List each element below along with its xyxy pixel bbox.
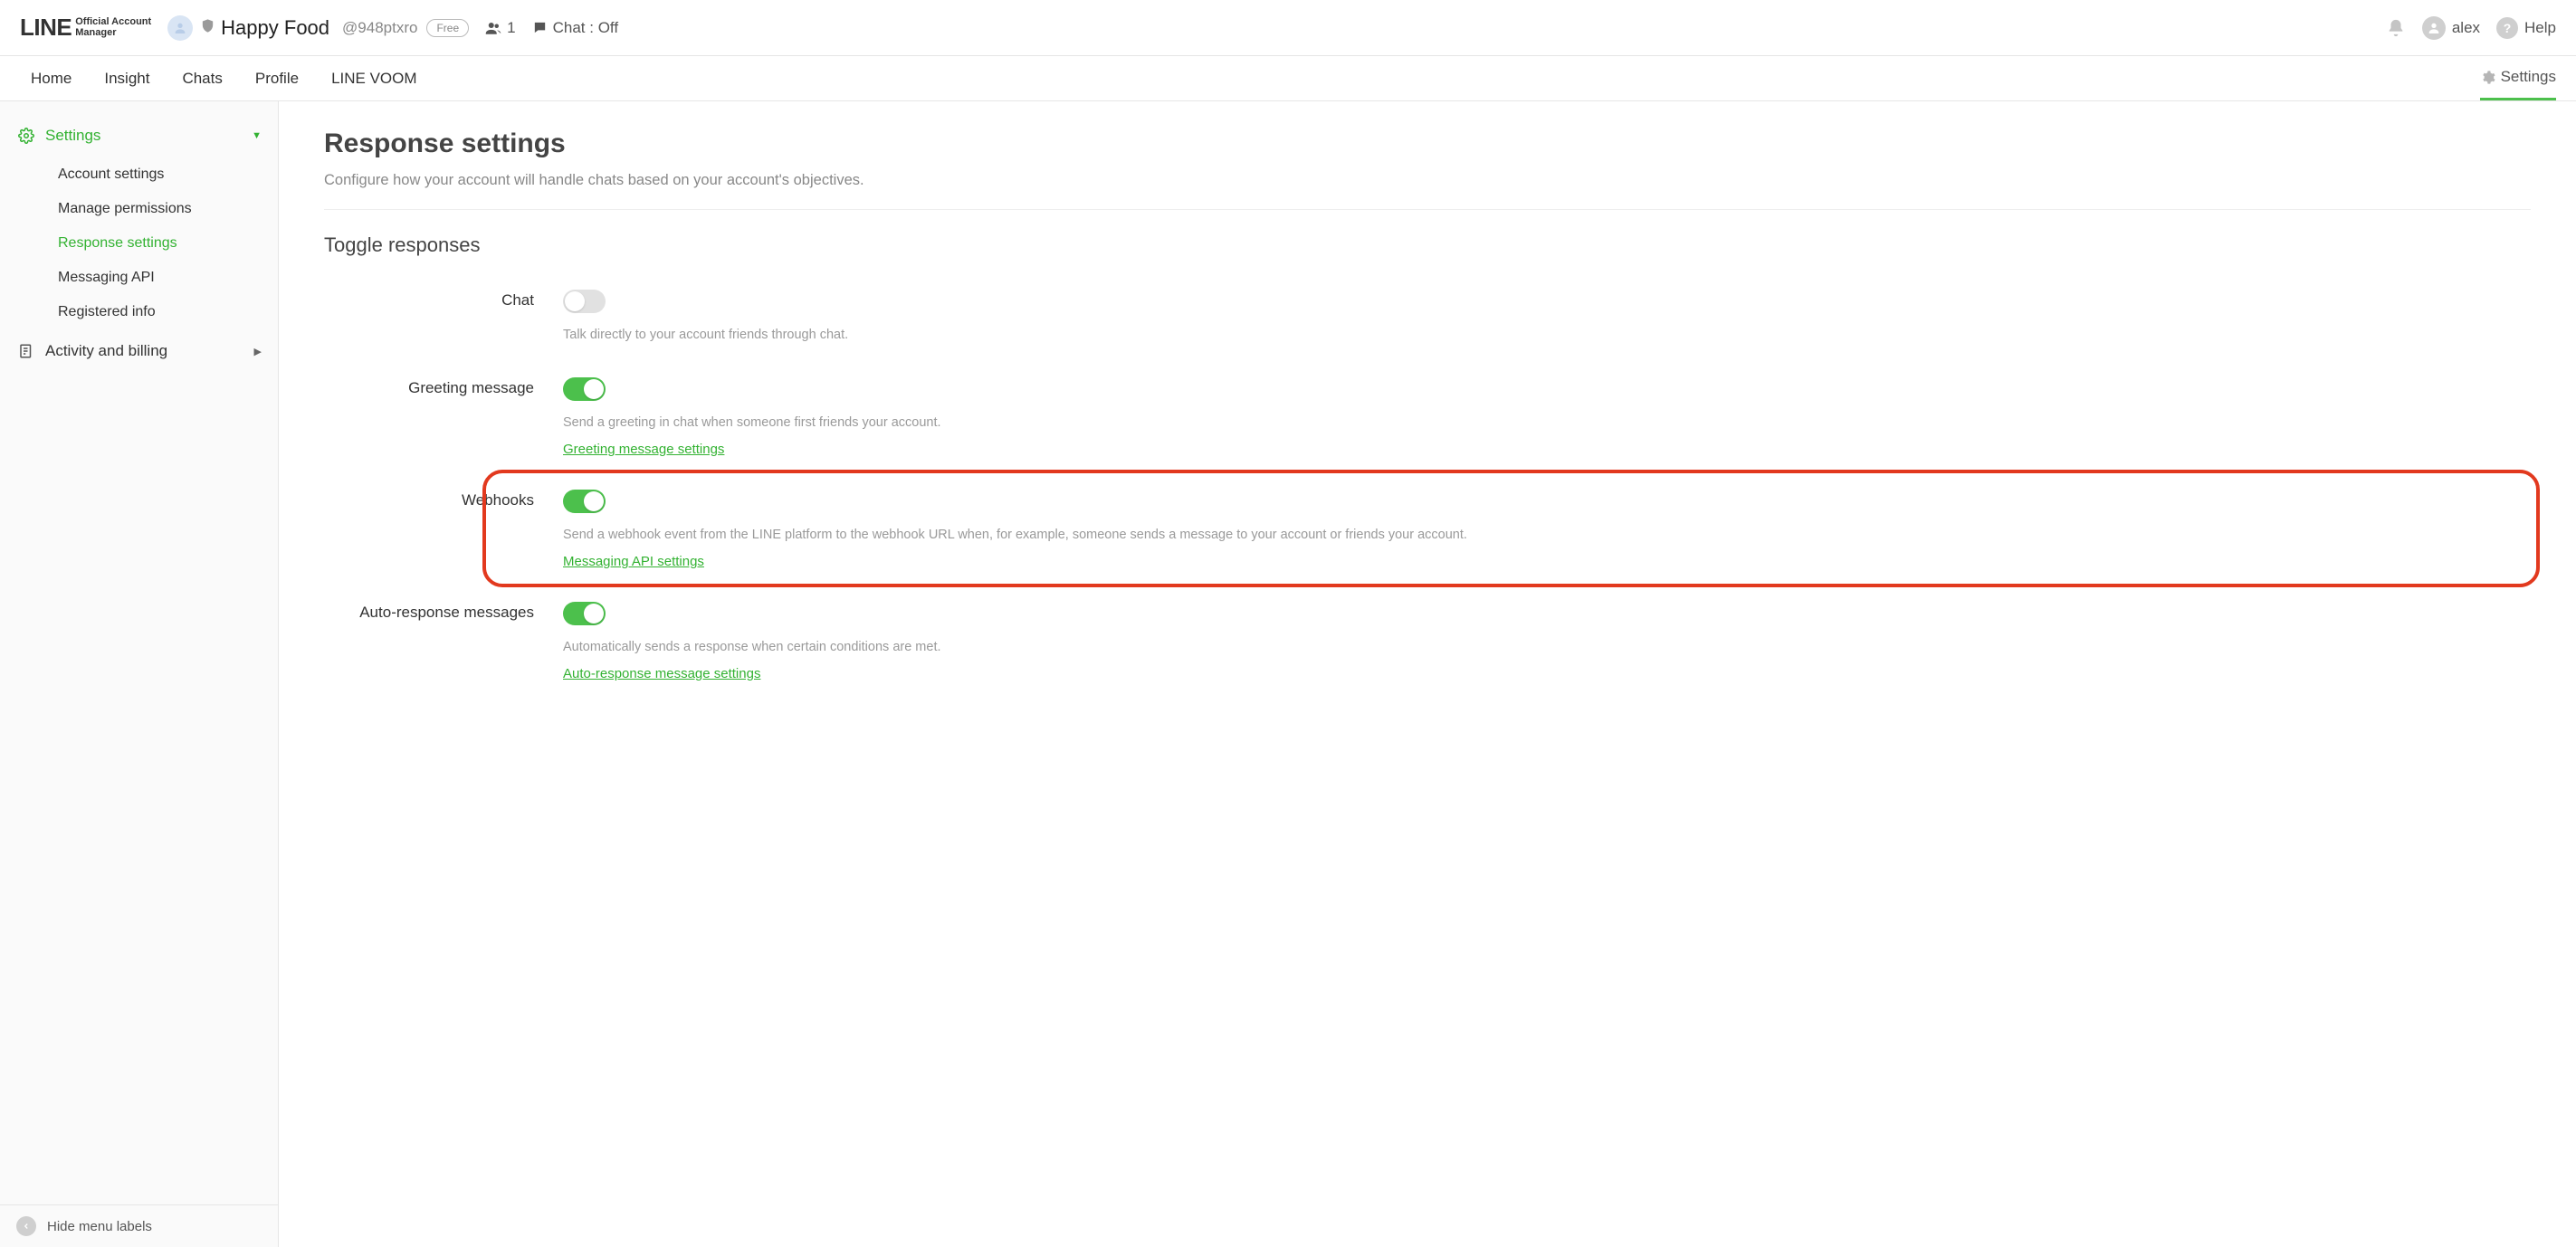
person-icon [173, 21, 187, 35]
followers-stat[interactable]: 1 [485, 19, 515, 37]
page-title: Response settings [324, 129, 2531, 159]
logo-subtext: Official Account Manager [75, 17, 151, 38]
followers-count: 1 [507, 19, 515, 37]
toggle-webhooks[interactable] [563, 490, 606, 513]
nav-insight[interactable]: Insight [88, 56, 166, 100]
account-id: @948ptxro [342, 19, 417, 37]
setting-desc-webhooks: Send a webhook event from the LINE platf… [563, 526, 2531, 545]
page-description: Configure how your account will handle c… [324, 172, 2531, 189]
help-button[interactable]: ? Help [2496, 17, 2556, 39]
user-name: alex [2452, 19, 2480, 37]
setting-desc-greeting: Send a greeting in chat when someone fir… [563, 414, 2531, 433]
user-avatar-icon [2422, 16, 2446, 40]
setting-row-webhooks: Webhooks Send a webhook event from the L… [324, 481, 2531, 593]
gear-icon [16, 128, 36, 144]
people-icon [485, 20, 501, 36]
toggle-auto-response[interactable] [563, 602, 606, 625]
main-nav: Home Insight Chats Profile LINE VOOM Set… [0, 56, 2576, 101]
shield-icon [200, 18, 215, 37]
billing-icon [16, 343, 36, 359]
nav-profile[interactable]: Profile [239, 56, 315, 100]
gear-icon [2480, 70, 2495, 85]
chevron-right-icon: ▶ [254, 346, 262, 357]
setting-row-greeting: Greeting message Send a greeting in chat… [324, 368, 2531, 481]
sidebar-item-messaging-api[interactable]: Messaging API [0, 261, 278, 295]
sidebar-activity-billing[interactable]: Activity and billing ▶ [0, 333, 278, 369]
chevron-left-icon [16, 1216, 36, 1236]
logo-text: LINE [20, 14, 72, 42]
chat-status-text: Chat : Off [553, 19, 618, 37]
sidebar-item-account-settings[interactable]: Account settings [0, 157, 278, 192]
hide-menu-labels-button[interactable]: Hide menu labels [0, 1204, 278, 1247]
toggle-chat[interactable] [563, 290, 606, 313]
hide-menu-label: Hide menu labels [47, 1219, 152, 1234]
nav-home[interactable]: Home [20, 56, 88, 100]
chat-icon [532, 20, 548, 35]
nav-settings-label: Settings [2501, 68, 2556, 86]
notifications-button[interactable] [2386, 18, 2406, 38]
user-menu[interactable]: alex [2422, 16, 2480, 40]
nav-line-voom[interactable]: LINE VOOM [315, 56, 433, 100]
logo[interactable]: LINE Official Account Manager [20, 14, 151, 42]
setting-row-chat: Chat Talk directly to your account frien… [324, 281, 2531, 368]
main-content: Response settings Configure how your acc… [279, 101, 2576, 1247]
setting-label-chat: Chat [324, 290, 563, 345]
bell-icon [2386, 18, 2406, 38]
chevron-down-icon: ▼ [252, 130, 262, 141]
setting-desc-chat: Talk directly to your account friends th… [563, 326, 2531, 345]
setting-desc-auto-response: Automatically sends a response when cert… [563, 638, 2531, 657]
section-title: Toggle responses [324, 233, 2531, 257]
chat-status[interactable]: Chat : Off [532, 19, 618, 37]
setting-label-auto-response: Auto-response messages [324, 602, 563, 681]
sidebar-settings[interactable]: Settings ▼ [0, 118, 278, 154]
sidebar-item-registered-info[interactable]: Registered info [0, 295, 278, 329]
toggle-greeting[interactable] [563, 377, 606, 401]
sidebar-item-response-settings[interactable]: Response settings [0, 226, 278, 261]
sidebar-settings-label: Settings [45, 127, 252, 145]
top-header: LINE Official Account Manager Happy Food… [0, 0, 2576, 56]
sidebar: Settings ▼ Account settings Manage permi… [0, 101, 279, 1247]
sidebar-activity-label: Activity and billing [45, 342, 254, 360]
setting-label-greeting: Greeting message [324, 377, 563, 457]
account-name[interactable]: Happy Food [221, 16, 329, 40]
plan-badge: Free [426, 19, 469, 37]
help-label: Help [2524, 19, 2556, 37]
setting-label-webhooks: Webhooks [324, 490, 563, 569]
link-messaging-api-settings[interactable]: Messaging API settings [563, 554, 704, 569]
setting-row-auto-response: Auto-response messages Automatically sen… [324, 593, 2531, 705]
nav-chats[interactable]: Chats [166, 56, 238, 100]
nav-settings[interactable]: Settings [2480, 56, 2556, 100]
account-avatar[interactable] [167, 15, 193, 41]
link-auto-response-settings[interactable]: Auto-response message settings [563, 666, 760, 681]
help-icon: ? [2496, 17, 2518, 39]
link-greeting-settings[interactable]: Greeting message settings [563, 442, 724, 457]
sidebar-item-manage-permissions[interactable]: Manage permissions [0, 192, 278, 226]
divider [324, 209, 2531, 210]
